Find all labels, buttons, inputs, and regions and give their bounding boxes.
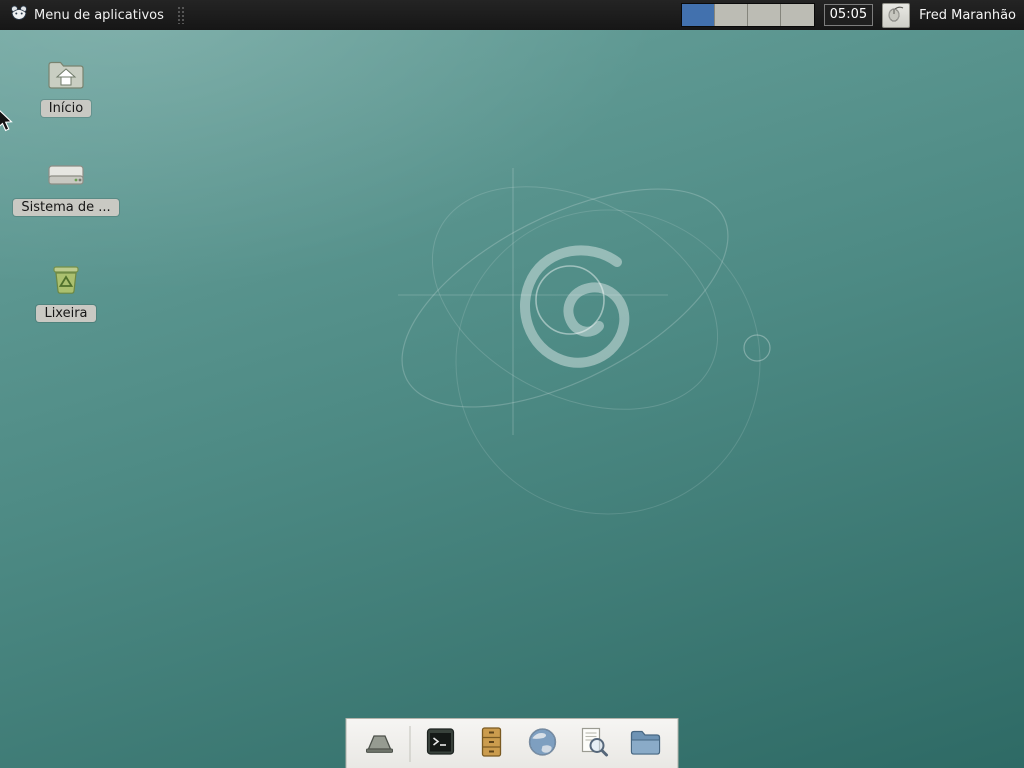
show-desktop-button[interactable] [357,723,403,765]
workspace-2[interactable] [715,4,748,26]
desktop-icon-label: Sistema de ... [13,199,118,216]
debian-swirl-watermark [0,30,1024,768]
desktop-icon-filesystem[interactable]: Sistema de ... [18,160,114,216]
show-desktop-icon [362,724,398,763]
bottom-dock-panel [346,718,679,768]
workspace-1[interactable] [682,4,715,26]
top-panel: Menu de aplicativos 05:05 Fred Maranhão [0,0,1024,30]
xfce-logo-icon [10,4,28,26]
terminal-icon [423,724,459,763]
dock-separator [410,726,411,762]
applications-menu-button[interactable]: Menu de aplicativos [6,2,168,28]
workspace-switcher[interactable] [681,3,815,27]
file-cabinet-launcher[interactable] [469,723,515,765]
desktop-icon-trash[interactable]: Lixeira [18,262,114,322]
workspace-3[interactable] [748,4,781,26]
clock: 05:05 [824,4,873,26]
file-cabinet-icon [474,724,510,763]
desktop-screen: Menu de aplicativos 05:05 Fred Maranhão [0,0,1024,768]
applications-menu-label: Menu de aplicativos [34,8,164,23]
mouse-settings-tray-button[interactable] [882,3,910,28]
desktop-icon-label: Lixeira [36,305,95,322]
desktop-icon-home[interactable]: Início [18,58,114,117]
username-label: Fred Maranhão [919,8,1018,23]
mouse-cursor [0,108,14,136]
filesystem-drive-icon [46,160,86,194]
folder-icon [627,724,663,763]
desktop-workspace[interactable]: Início Sistema de ... Lix [0,30,1024,768]
file-manager-launcher[interactable] [622,723,668,765]
panel-grip-handle[interactable] [177,6,184,24]
web-browser-launcher[interactable] [520,723,566,765]
panel-right-section: 05:05 Fred Maranhão [681,0,1018,30]
desktop-icon-label: Início [41,100,91,117]
panel-left-section: Menu de aplicativos [6,0,184,30]
search-document-icon [576,724,612,763]
application-finder-launcher[interactable] [571,723,617,765]
workspace-4[interactable] [781,4,814,26]
mouse-device-icon [887,6,905,25]
trash-icon [49,262,83,300]
web-browser-globe-icon [525,724,561,763]
terminal-launcher[interactable] [418,723,464,765]
home-folder-icon [47,58,85,95]
